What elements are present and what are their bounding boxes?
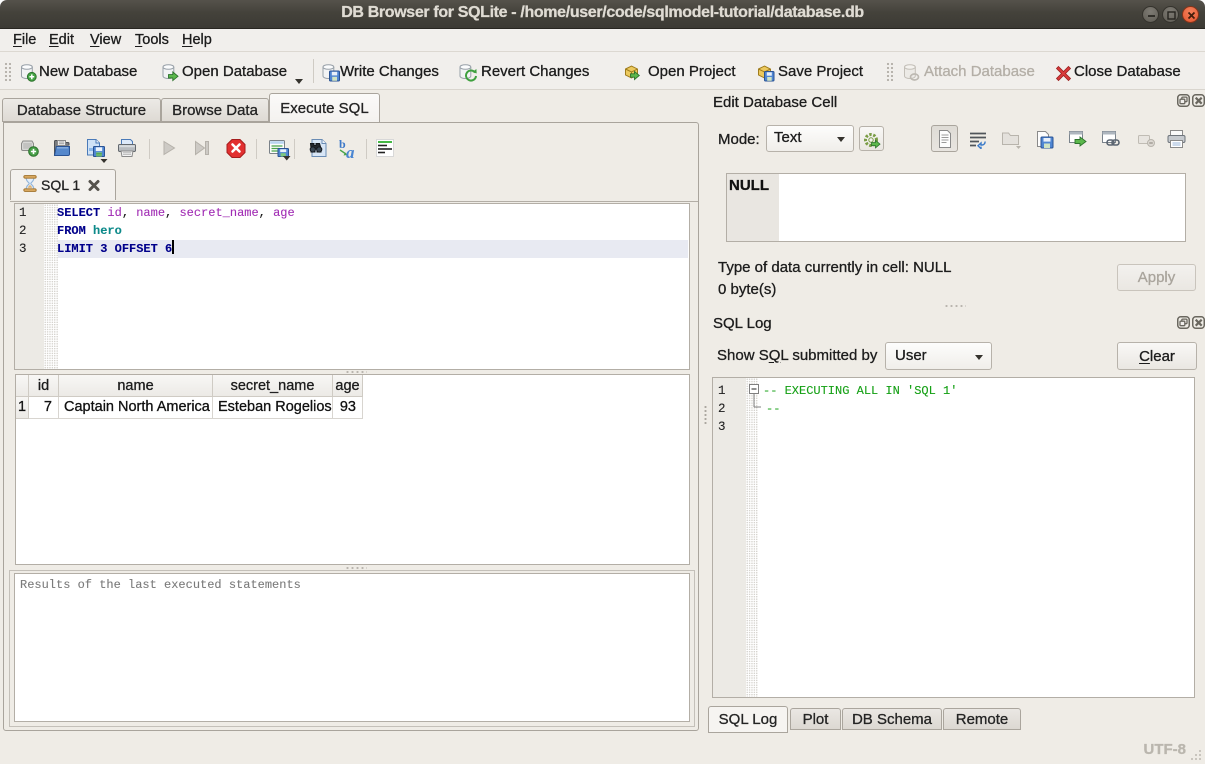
svg-text:a: a bbox=[346, 143, 355, 161]
svg-text:b: b bbox=[339, 137, 346, 151]
